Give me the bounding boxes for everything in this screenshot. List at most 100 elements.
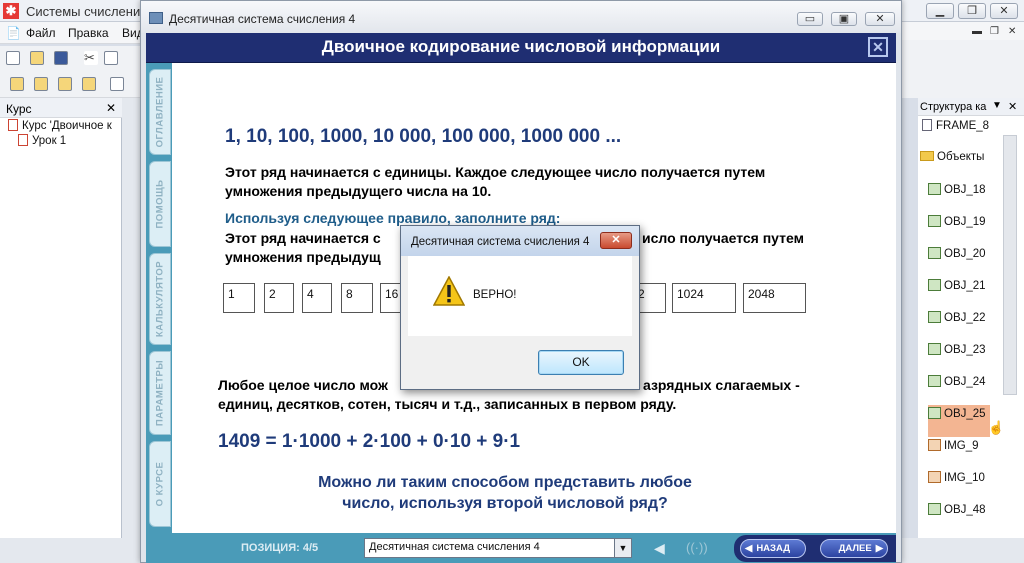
tree-item-objects[interactable]: Объекты bbox=[920, 151, 984, 163]
save-icon[interactable] bbox=[54, 51, 68, 65]
tab-contents[interactable]: ОГЛАВЛЕНИЕ bbox=[149, 69, 171, 155]
paragraph-1-line-2: умножения предыдущего числа на 10. bbox=[225, 183, 492, 199]
app-minimize-button[interactable]: ▁ bbox=[926, 3, 954, 19]
new-file-icon[interactable] bbox=[6, 51, 20, 65]
tree-item-object[interactable]: OBJ_18 bbox=[928, 183, 986, 196]
object-icon bbox=[928, 343, 941, 355]
tree-item-object[interactable]: OBJ_21 bbox=[928, 279, 986, 292]
dialog-body: ВЕРНО! bbox=[408, 256, 632, 336]
tab-parameters[interactable]: ПАРАМЕТРЫ bbox=[149, 351, 171, 435]
structure-panel-close-icon[interactable]: ✕ bbox=[1008, 100, 1017, 113]
page-select[interactable]: Десятичная система счисления 4 ▼ bbox=[364, 538, 632, 558]
sequence-input-cell[interactable]: 2 bbox=[638, 283, 666, 313]
menu-edit[interactable]: Правка bbox=[68, 26, 109, 40]
tree-item-object[interactable]: OBJ_20 bbox=[928, 247, 986, 260]
paragraph-2-line-1-start: Этот ряд начинается с bbox=[225, 230, 381, 246]
sequence-input-cell[interactable]: 1 bbox=[223, 283, 255, 313]
arrow-right-icon: ▶ bbox=[875, 543, 883, 554]
page-select-value: Десятичная система счисления 4 bbox=[369, 541, 540, 553]
image-icon bbox=[928, 471, 941, 483]
menu-icon: 📄 bbox=[6, 26, 21, 40]
tree-item-object[interactable]: OBJ_23 bbox=[928, 343, 986, 356]
next-button[interactable]: ДАЛЕЕ ▶ bbox=[820, 539, 888, 558]
tree-item-object-selected[interactable]: OBJ_25 bbox=[928, 405, 990, 437]
app-toolbar: ✂ bbox=[0, 46, 140, 70]
paragraph-2-line-2: умножения предыдущ bbox=[225, 249, 381, 265]
course-panel-close-icon[interactable]: ✕ bbox=[106, 101, 116, 115]
paragraph-3-line-1-start: Любое целое число мож bbox=[218, 377, 388, 393]
course-panel-title: Курс bbox=[6, 102, 32, 116]
window-maximize-button[interactable]: ▣ bbox=[831, 12, 857, 26]
dialog-close-button[interactable]: ✕ bbox=[600, 232, 632, 249]
formula: 1409 = 1·1000 + 2·100 + 0·10 + 9·1 bbox=[218, 431, 521, 452]
open-folder-icon[interactable] bbox=[30, 51, 44, 65]
structure-panel-title: Структура ка bbox=[920, 101, 987, 113]
sequence-input-cell[interactable]: 8 bbox=[341, 283, 373, 313]
tab-calculator[interactable]: КАЛЬКУЛЯТОР bbox=[149, 253, 171, 345]
dialog-message: ВЕРНО! bbox=[473, 289, 517, 301]
question-line-2: число, используя второй числовой ряд? bbox=[342, 495, 668, 512]
tab-help[interactable]: ПОМОЩЬ bbox=[149, 161, 171, 247]
object-icon bbox=[928, 247, 941, 259]
sequence-input-cell[interactable]: 4 bbox=[302, 283, 332, 313]
tree-item-lesson[interactable]: Урок 1 bbox=[18, 134, 66, 147]
group-tool-icon[interactable] bbox=[34, 77, 48, 91]
nav-buttons: ◀ НАЗАД ДАЛЕЕ ▶ bbox=[734, 535, 896, 562]
warning-icon bbox=[433, 276, 465, 306]
position-label: ПОЗИЦИЯ: 4/5 bbox=[241, 542, 319, 554]
speaker-icon[interactable]: ◀ bbox=[654, 540, 668, 556]
align-tool-icon[interactable] bbox=[82, 77, 96, 91]
paragraph-3-line-1-end: азрядных слагаемых - bbox=[643, 377, 800, 393]
sequence-input-cell[interactable]: 2 bbox=[264, 283, 294, 313]
left-splitter[interactable] bbox=[122, 98, 140, 538]
tree-item-image[interactable]: IMG_10 bbox=[928, 471, 985, 484]
tree-item-course[interactable]: Курс 'Двоичное к bbox=[8, 119, 112, 132]
paragraph-3-line-2: единиц, десятков, сотен, тысяч и т.д., з… bbox=[218, 396, 677, 412]
folder-icon bbox=[920, 151, 934, 161]
chevron-down-icon[interactable]: ▼ bbox=[992, 100, 1002, 111]
layer-tool-icon[interactable] bbox=[58, 77, 72, 91]
object-icon bbox=[928, 407, 941, 419]
window-minimize-button[interactable]: ▭ bbox=[797, 12, 823, 26]
app-toolbar-secondary bbox=[0, 70, 140, 98]
mdi-restore-icon[interactable]: ❐ bbox=[990, 26, 999, 37]
question-line-1: Можно ли таким способом представить любо… bbox=[318, 474, 692, 491]
volume-icon[interactable]: ((·)) bbox=[686, 540, 708, 556]
window-icon bbox=[149, 12, 163, 24]
tree-item-object[interactable]: OBJ_24 bbox=[928, 375, 986, 388]
message-dialog: Десятичная система счисления 4 ✕ ВЕРНО! … bbox=[400, 225, 640, 390]
window-close-button[interactable]: ✕ bbox=[865, 12, 895, 26]
app-restore-button[interactable]: ❐ bbox=[958, 3, 986, 19]
app-close-button[interactable]: ✕ bbox=[990, 3, 1018, 19]
object-icon bbox=[928, 215, 941, 227]
menu-file[interactable]: Файл bbox=[26, 26, 56, 40]
tree-item-image[interactable]: IMG_9 bbox=[928, 439, 979, 452]
sequence-input-cell[interactable]: 1024 bbox=[672, 283, 736, 313]
tree-item-object[interactable]: OBJ_48 bbox=[928, 503, 986, 516]
move-tool-icon[interactable] bbox=[110, 77, 124, 91]
lesson-close-icon[interactable]: ✕ bbox=[868, 37, 888, 57]
mdi-minimize-icon[interactable]: ▬ bbox=[972, 26, 982, 37]
object-icon bbox=[928, 183, 941, 195]
object-icon bbox=[928, 279, 941, 291]
tree-item-object[interactable]: OBJ_19 bbox=[928, 215, 986, 228]
page-icon bbox=[18, 134, 28, 146]
mdi-close-icon[interactable]: ✕ bbox=[1008, 26, 1016, 37]
sequence-input-cell[interactable]: 2048 bbox=[743, 283, 806, 313]
object-tool-icon[interactable] bbox=[10, 77, 24, 91]
object-icon bbox=[928, 503, 941, 515]
ok-button[interactable]: OK bbox=[538, 350, 624, 375]
arrow-left-icon: ◀ bbox=[745, 543, 753, 554]
tree-item-frame[interactable]: FRAME_8 bbox=[922, 119, 989, 132]
back-button[interactable]: ◀ НАЗАД bbox=[740, 539, 806, 558]
structure-scrollbar[interactable] bbox=[1003, 135, 1017, 395]
tab-about[interactable]: О КУРСЕ bbox=[149, 441, 171, 527]
course-panel bbox=[0, 98, 122, 538]
dialog-titlebar: Десятичная система счисления 4 ✕ bbox=[401, 226, 639, 256]
copy-icon[interactable] bbox=[104, 51, 118, 65]
course-panel-header: Курс ✕ bbox=[0, 98, 122, 118]
chevron-down-icon[interactable]: ▼ bbox=[614, 539, 631, 557]
tree-item-object[interactable]: OBJ_22 bbox=[928, 311, 986, 324]
dialog-title: Десятичная система счисления 4 bbox=[411, 236, 590, 248]
cut-icon[interactable]: ✂ bbox=[84, 51, 98, 65]
